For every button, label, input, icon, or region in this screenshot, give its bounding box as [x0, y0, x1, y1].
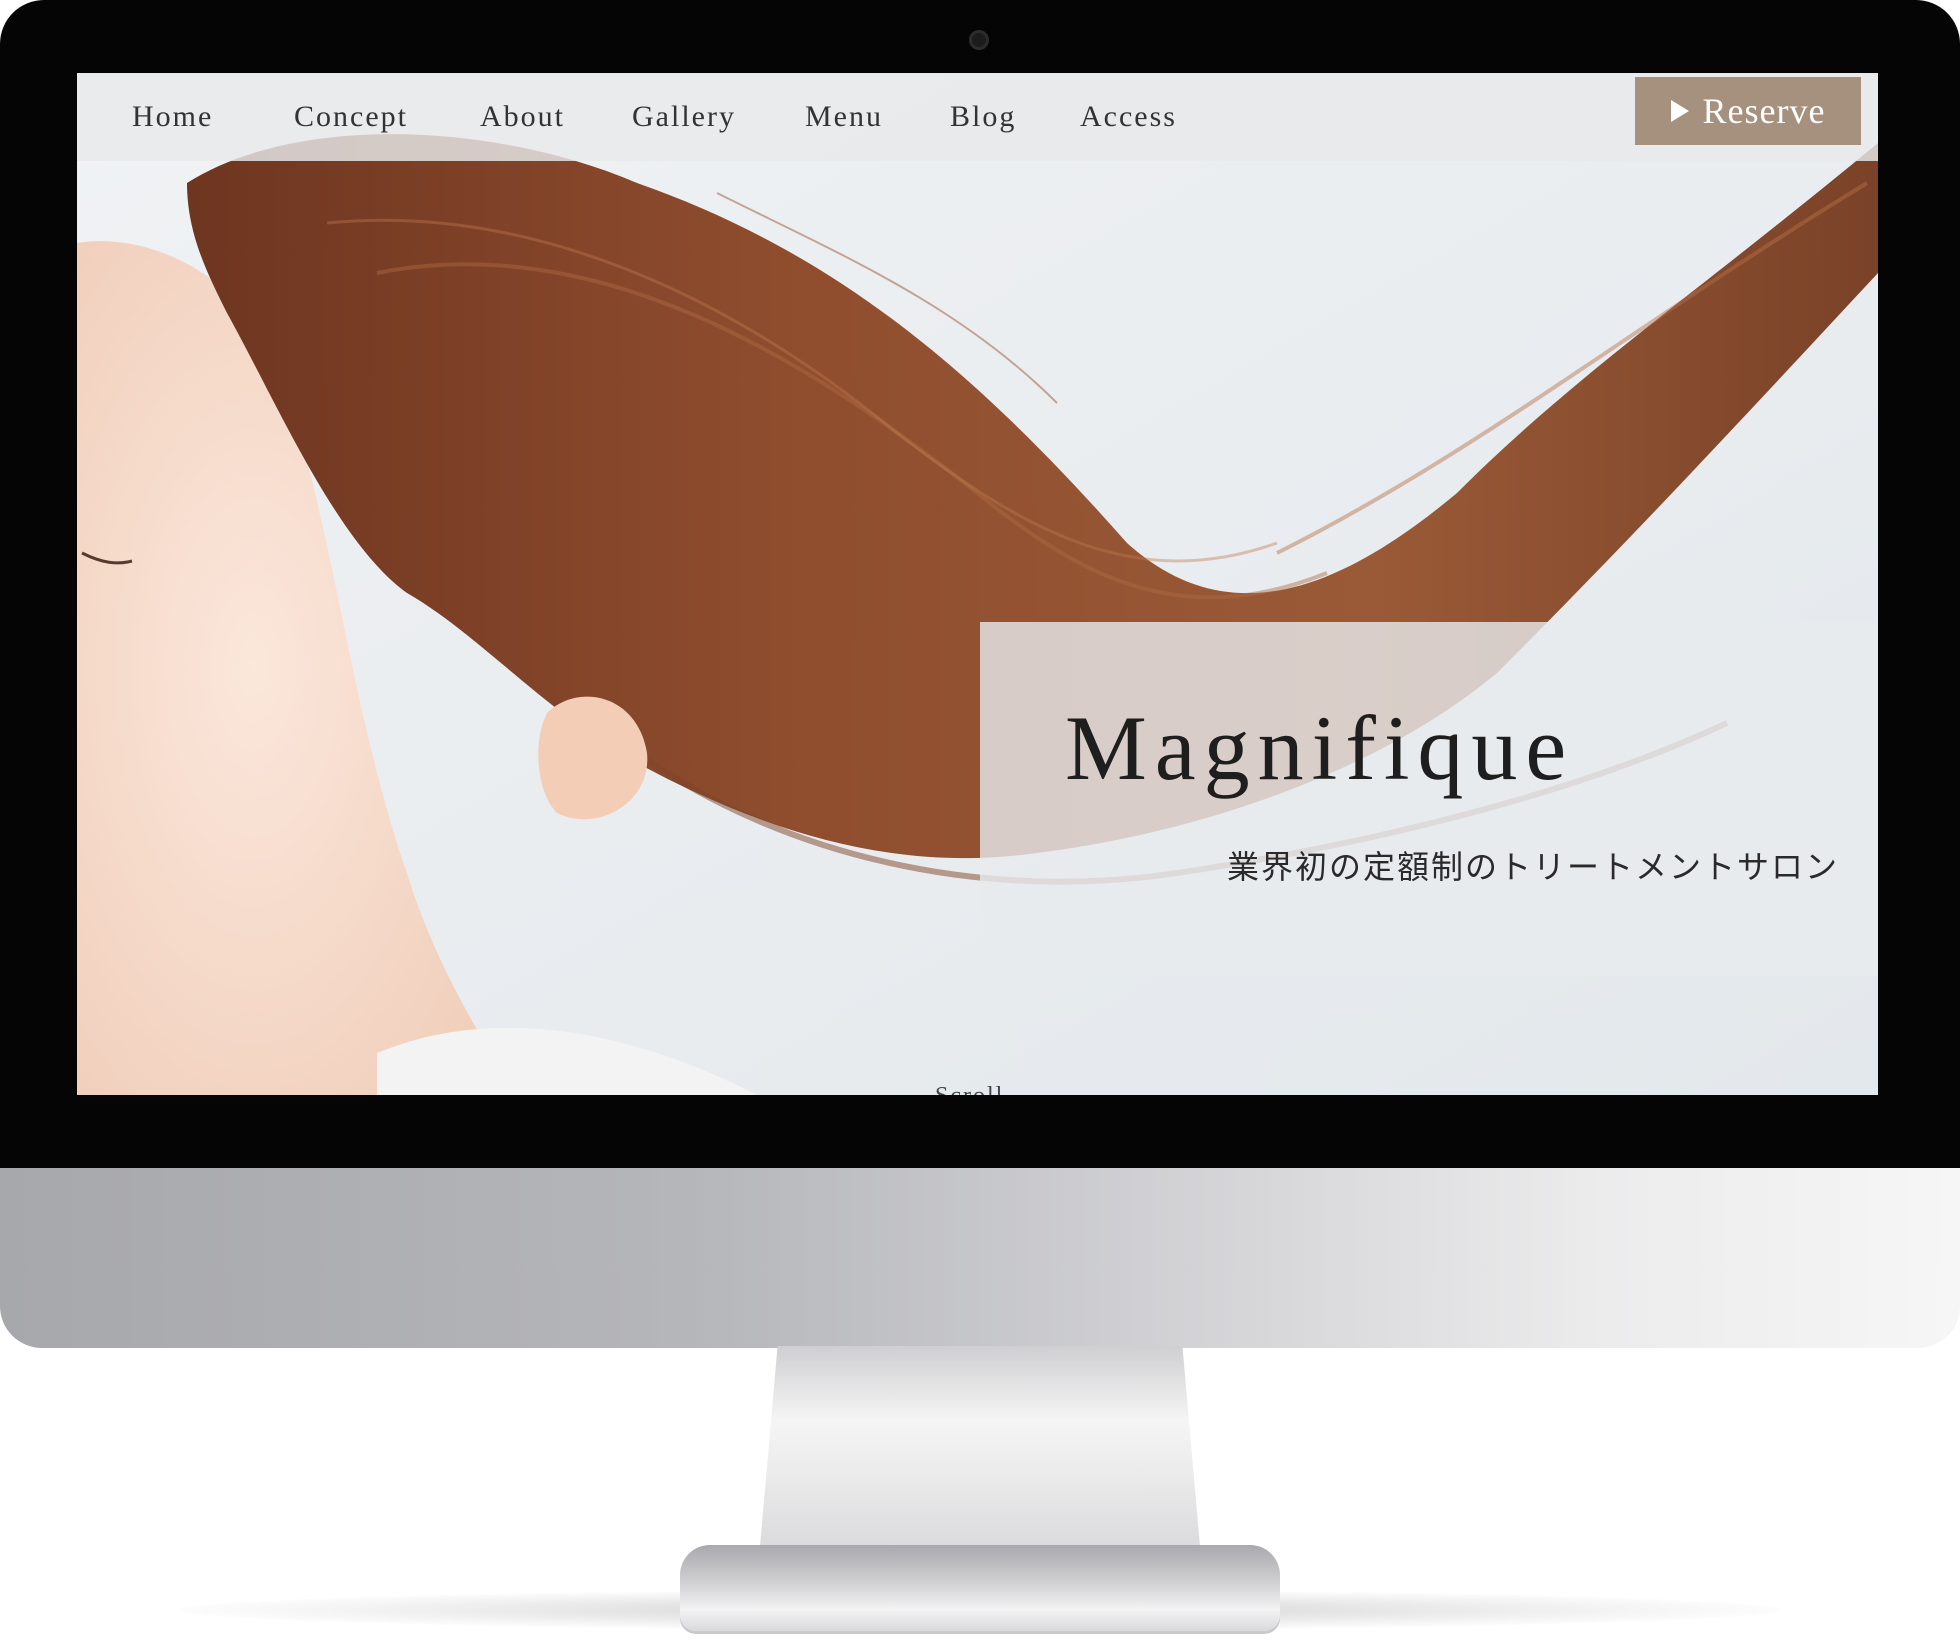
reserve-button[interactable]: Reserve [1635, 77, 1861, 145]
monitor-chin [0, 1168, 1960, 1348]
nav-item-about[interactable]: About [480, 73, 565, 161]
play-icon [1670, 100, 1689, 122]
camera-icon [969, 30, 989, 50]
monitor-stand-base [680, 1545, 1280, 1631]
brand-tagline: 業界初の定額制のトリートメントサロン [1227, 849, 1840, 885]
scroll-indicator[interactable]: Scroll [935, 1083, 1004, 1095]
nav-item-home[interactable]: Home [132, 73, 213, 161]
nav-item-concept[interactable]: Concept [294, 73, 408, 161]
nav-item-gallery[interactable]: Gallery [632, 73, 736, 161]
hero-brand-panel: Magnifique 業界初の定額制のトリートメントサロン [980, 622, 1878, 976]
nav-item-access[interactable]: Access [1080, 73, 1177, 161]
nav-item-blog[interactable]: Blog [950, 73, 1016, 161]
nav-item-menu[interactable]: Menu [805, 73, 883, 161]
top-navigation: Home Concept About Gallery Menu Blog Acc… [77, 73, 1878, 161]
brand-title: Magnifique [1065, 697, 1575, 799]
website-screen: Home Concept About Gallery Menu Blog Acc… [77, 73, 1878, 1095]
reserve-button-label: Reserve [1702, 91, 1826, 131]
